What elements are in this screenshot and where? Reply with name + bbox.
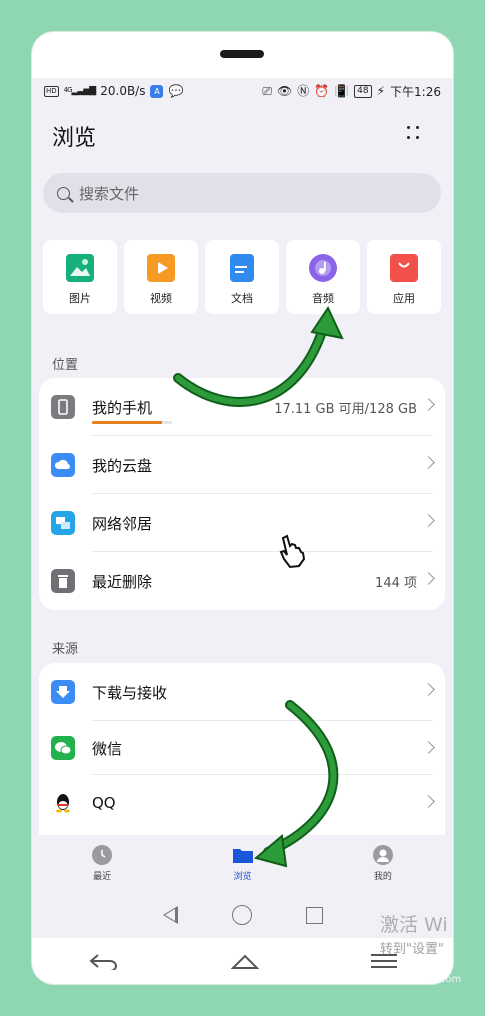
nfc-icon: Ⓝ xyxy=(297,84,310,98)
phone-icon xyxy=(51,395,75,419)
source-card: 下载与接收 微信 QQ xyxy=(39,663,445,835)
chevron-right-icon xyxy=(422,572,435,585)
section-label-location: 位置 xyxy=(52,358,79,373)
tab-label: 最近 xyxy=(93,871,112,882)
search-icon xyxy=(57,186,70,200)
section-label-source: 来源 xyxy=(52,642,79,657)
audio-icon xyxy=(309,254,337,282)
search-input[interactable]: 搜索文件 xyxy=(43,173,441,213)
location-name: 我的手机 xyxy=(92,398,153,417)
storage-value: 17.11 GB 可用/128 GB xyxy=(274,401,417,417)
hardware-home-icon[interactable] xyxy=(231,952,260,970)
activation-watermark: 激活 Wi xyxy=(380,914,448,936)
chevron-right-icon xyxy=(422,795,435,808)
chevron-right-icon xyxy=(422,398,435,411)
phone-frame: HD 4G▂▃▅▇ 20.0B/s A 💬 ⎚ 👁 Ⓝ ⏰ 📳 48 ⚡ 下午1… xyxy=(32,32,453,984)
phone-top-bezel xyxy=(32,32,453,78)
message-icon: 💬 xyxy=(168,84,184,98)
battery-icon: 48 xyxy=(354,84,372,98)
chevron-right-icon xyxy=(422,514,435,527)
back-icon[interactable] xyxy=(162,906,178,924)
location-row-network[interactable]: 网络邻居 xyxy=(39,494,445,552)
speaker-grille xyxy=(220,50,264,58)
signal-icon: 4G▂▃▅▇ xyxy=(63,86,97,96)
tab-recent[interactable]: 最近 xyxy=(32,836,172,890)
source-name: 下载与接收 xyxy=(92,683,168,702)
tab-mine[interactable]: 我的 xyxy=(313,836,453,890)
category-label: 图片 xyxy=(69,292,91,305)
category-documents[interactable]: 文档 xyxy=(205,240,279,314)
network-icon xyxy=(51,511,75,535)
source-row-wechat[interactable]: 微信 xyxy=(39,721,445,775)
tab-browse[interactable]: 浏览 xyxy=(172,836,312,890)
category-videos[interactable]: 视频 xyxy=(124,240,198,314)
bottom-tab-bar: 最近 浏览 我的 xyxy=(32,836,453,890)
alarm-icon: ⏰ xyxy=(314,84,330,98)
source-name: QQ xyxy=(92,794,116,812)
video-icon xyxy=(147,254,175,282)
location-name: 网络邻居 xyxy=(92,514,153,533)
chevron-right-icon xyxy=(422,741,435,754)
hardware-back-icon[interactable] xyxy=(88,952,120,970)
person-icon xyxy=(372,844,393,865)
source-name: 微信 xyxy=(92,739,123,758)
activation-watermark-hint: 转到"设置" xyxy=(380,942,444,957)
wechat-icon xyxy=(51,736,75,760)
cast-icon: ⎚ xyxy=(262,84,272,98)
eye-icon: 👁 xyxy=(277,84,293,98)
status-time: 下午1:26 xyxy=(390,84,441,99)
app-icon xyxy=(390,254,418,282)
qq-icon xyxy=(51,791,75,815)
tab-label: 我的 xyxy=(373,871,392,882)
category-label: 音频 xyxy=(312,292,334,305)
category-label: 文档 xyxy=(231,292,253,305)
image-icon xyxy=(66,254,94,282)
location-name: 最近删除 xyxy=(92,572,153,591)
category-label: 视频 xyxy=(150,292,172,305)
search-placeholder: 搜索文件 xyxy=(79,184,140,203)
storage-usage-bar xyxy=(92,421,172,424)
download-icon xyxy=(51,680,75,704)
network-type: 4G xyxy=(63,86,73,94)
charging-icon: ⚡ xyxy=(376,84,386,98)
source-row-qq[interactable]: QQ xyxy=(39,775,445,831)
category-audio[interactable]: 音频 xyxy=(286,240,360,314)
category-label: 应用 xyxy=(393,292,415,305)
source-row-download[interactable]: 下载与接收 xyxy=(39,663,445,721)
hd-icon: HD xyxy=(44,85,59,97)
document-icon xyxy=(230,254,254,282)
location-row-cloud[interactable]: 我的云盘 xyxy=(39,436,445,494)
chevron-right-icon xyxy=(422,456,435,469)
home-icon[interactable] xyxy=(231,905,252,925)
deleted-count: 144 项 xyxy=(375,575,417,591)
more-options-icon[interactable] xyxy=(404,124,422,142)
location-card: 我的手机 17.11 GB 可用/128 GB 我的云盘 网络邻居 最近删除 1… xyxy=(39,378,445,610)
category-apps[interactable]: 应用 xyxy=(367,240,441,314)
location-row-recently-deleted[interactable]: 最近删除 144 项 xyxy=(39,552,445,610)
recents-icon[interactable] xyxy=(305,906,323,924)
vibrate-icon: 📳 xyxy=(334,84,350,98)
site-watermark: jingyan.baidu.com xyxy=(369,974,462,985)
location-row-my-phone[interactable]: 我的手机 17.11 GB 可用/128 GB xyxy=(39,378,445,436)
trash-icon xyxy=(51,569,75,593)
network-speed: 20.0B/s xyxy=(100,84,146,98)
page-title: 浏览 xyxy=(52,126,97,151)
cloud-icon xyxy=(51,453,75,477)
location-name: 我的云盘 xyxy=(92,456,153,475)
tab-label: 浏览 xyxy=(233,871,252,882)
chevron-right-icon xyxy=(422,683,435,696)
app-notification-icon: A xyxy=(150,84,164,98)
status-bar: HD 4G▂▃▅▇ 20.0B/s A 💬 ⎚ 👁 Ⓝ ⏰ 📳 48 ⚡ 下午1… xyxy=(32,78,453,104)
storage-usage-fill xyxy=(92,421,162,424)
clock-icon xyxy=(92,844,113,865)
category-images[interactable]: 图片 xyxy=(43,240,117,314)
folder-icon xyxy=(232,845,254,865)
